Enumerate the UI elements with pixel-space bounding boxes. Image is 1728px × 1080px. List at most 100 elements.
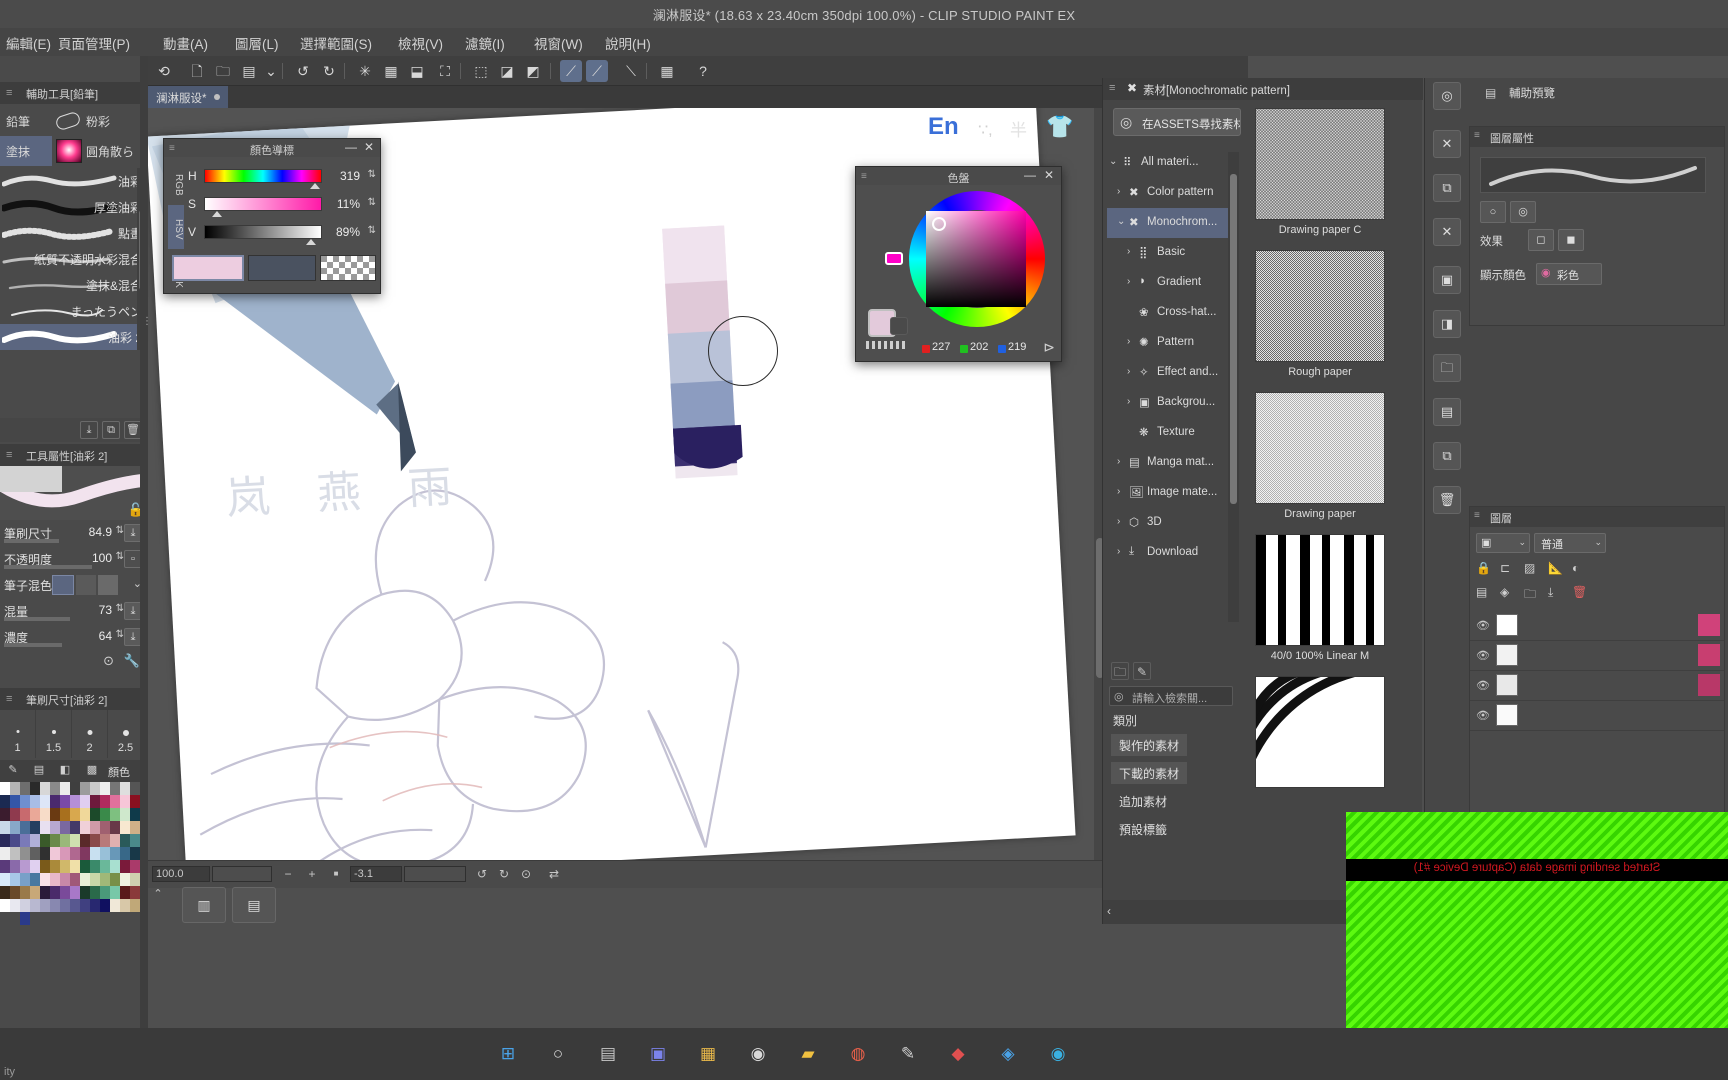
save-icon[interactable]: ▤: [238, 60, 260, 82]
tree-item-image-material[interactable]: › 🖼 Image mate...: [1107, 478, 1239, 508]
new-file-icon[interactable]: 🗋: [186, 60, 208, 82]
rotate-right-icon[interactable]: ↻: [496, 866, 512, 882]
effect-option-1-icon[interactable]: ◻: [1528, 229, 1554, 251]
transparent-color-swatch[interactable]: [320, 255, 376, 281]
material-item[interactable]: 40/0 100% Linear M: [1255, 534, 1385, 662]
material-tree[interactable]: ⌄ ⠿ All materi... › ✖ Color pattern ⌄ ✖ …: [1107, 148, 1239, 626]
csp-logo-icon[interactable]: ⟲: [153, 60, 175, 82]
material-item[interactable]: Drawing paper: [1255, 392, 1385, 520]
menu-item-select[interactable]: 選擇範圍(S): [300, 33, 372, 53]
blend-mode-option-2[interactable]: [76, 575, 96, 595]
swatch-grid-svg[interactable]: [0, 782, 148, 962]
material-item[interactable]: Drawing paper C: [1255, 108, 1385, 236]
menu-item-animation[interactable]: 動畫(A): [163, 33, 208, 53]
panel-grip-icon[interactable]: ≡: [169, 143, 175, 154]
material-item[interactable]: Rough paper: [1255, 250, 1385, 378]
chevron-down-icon[interactable]: ⌄: [1594, 537, 1602, 548]
property-row-brush-size[interactable]: 筆刷尺寸 84.9 ⇅ ⤓: [0, 520, 148, 546]
tree-item-color-pattern[interactable]: › ✖ Color pattern: [1107, 178, 1239, 208]
blend-mode-value[interactable]: 普通 ⌄: [1534, 533, 1606, 553]
taskview-icon[interactable]: ▤: [592, 1038, 624, 1070]
tab-pattern-icon[interactable]: ▤: [30, 763, 48, 779]
explorer-icon[interactable]: ▰: [792, 1038, 824, 1070]
tree-item-effect[interactable]: › ✧ Effect and...: [1107, 358, 1239, 388]
menu-item-edit[interactable]: 編輯(E): [6, 33, 51, 53]
layer-ruler-icon[interactable]: 📐: [1548, 561, 1563, 575]
story-button[interactable]: ▤: [232, 887, 276, 923]
chevron-down-icon[interactable]: ⌄: [1117, 216, 1125, 227]
layer-effect-none-icon[interactable]: ○: [1480, 201, 1506, 223]
channel-value[interactable]: V 89% ⇅: [188, 223, 378, 245]
foreground-color-swatch[interactable]: [172, 255, 244, 281]
stepper-icon[interactable]: ⇅: [368, 169, 376, 180]
menu-item-filter[interactable]: 濾鏡(I): [465, 33, 505, 53]
folder-icon[interactable]: 🗀: [1433, 354, 1461, 382]
scale-icon[interactable]: ⬓: [406, 60, 428, 82]
brush-item[interactable]: まったうペン: [0, 298, 148, 324]
stepper-icon[interactable]: ⇅: [368, 197, 376, 208]
grid-icon[interactable]: ▦: [656, 60, 678, 82]
hue-slider-thumb[interactable]: [310, 183, 320, 189]
layer-effect-border-icon[interactable]: ◎: [1510, 201, 1536, 223]
category-created[interactable]: 製作的素材: [1111, 734, 1188, 756]
edge-icon[interactable]: ◉: [1042, 1038, 1074, 1070]
menu-item-page[interactable]: 頁面管理(P): [58, 33, 130, 53]
status-expand-icon[interactable]: ⌃: [150, 887, 166, 907]
zoom-in-icon[interactable]: +: [304, 866, 320, 882]
close-panel-icon[interactable]: ✕: [1433, 130, 1461, 158]
menu-item-window[interactable]: 視窗(W): [534, 33, 583, 53]
stepper-icon[interactable]: ⇅: [368, 225, 376, 236]
size-preset-cell[interactable]: 1: [0, 710, 36, 758]
zoom-slider[interactable]: [212, 866, 272, 882]
panel-grip-icon[interactable]: ≡: [6, 693, 18, 705]
size-preset-cell[interactable]: 1.5: [36, 710, 72, 758]
ruler-snap-icon[interactable]: ⟋: [560, 60, 582, 82]
chevron-right-icon[interactable]: ›: [1127, 246, 1130, 257]
layer-alpha-lock-icon[interactable]: ▨: [1524, 561, 1535, 575]
value-slider-thumb[interactable]: [306, 239, 316, 245]
new-raster-layer-icon[interactable]: ▤: [1476, 585, 1487, 599]
stepper-icon[interactable]: ⇅: [116, 603, 124, 614]
color-guide-dialog[interactable]: ≡ 顏色導標 — ✕ RGB HSV CMYK H 319 ⇅ S 11% ⇅ …: [163, 138, 381, 294]
channel-saturation[interactable]: S 11% ⇅: [188, 195, 378, 217]
brush-item-selected[interactable]: 油彩 2: [0, 324, 148, 350]
duplicate-icon[interactable]: ⧉: [102, 421, 120, 439]
zoom-value[interactable]: 100.0: [152, 866, 210, 882]
rotate-left-icon[interactable]: ↺: [474, 866, 490, 882]
rotate-reset-icon[interactable]: ⊙: [518, 866, 534, 882]
new-vector-layer-icon[interactable]: ◈: [1500, 585, 1509, 599]
deselect-icon[interactable]: ◪: [496, 60, 518, 82]
chevron-right-icon[interactable]: ›: [1117, 186, 1120, 197]
merge-down-icon[interactable]: ⤓: [1548, 585, 1553, 600]
menu-item-layer[interactable]: 圖層(L): [235, 33, 279, 53]
brush-list[interactable]: 油彩 厚塗油彩 點畫 紙質不透明水彩混合 塗抹&混合 まったうペン 油彩 2: [0, 168, 148, 418]
brush-item[interactable]: 點畫: [0, 220, 148, 246]
chevron-down-icon[interactable]: ⌄: [1518, 537, 1526, 548]
navigator-icon[interactable]: ◎: [1433, 82, 1461, 110]
app-icon[interactable]: ◆: [942, 1038, 974, 1070]
color-wheel-titlebar[interactable]: ≡ 色盤 — ✕: [856, 167, 1061, 185]
panel-collapse-handle[interactable]: ⋮: [142, 316, 148, 356]
merge-icon[interactable]: ▣: [1433, 266, 1461, 294]
chrome-icon[interactable]: ◍: [842, 1038, 874, 1070]
chevron-right-icon[interactable]: ›: [1117, 516, 1120, 527]
chevron-right-icon[interactable]: ›: [1127, 396, 1130, 407]
subtool-pencil[interactable]: 鉛筆: [0, 106, 52, 136]
start-icon[interactable]: ⊞: [492, 1038, 524, 1070]
saturation-slider-thumb[interactable]: [212, 211, 222, 217]
ruler-snap2-icon[interactable]: ⟋: [586, 60, 608, 82]
zoom-fit-icon[interactable]: ■: [328, 866, 344, 882]
help-icon[interactable]: ?: [692, 60, 714, 82]
property-row-blend[interactable]: 筆子混色 ⌄: [0, 572, 148, 598]
edit-material-icon[interactable]: ✎: [1133, 662, 1151, 680]
layer-visibility-icon[interactable]: 👁: [1476, 679, 1490, 693]
material-tree-scroll-thumb[interactable]: [1230, 174, 1237, 504]
panel-grip-icon[interactable]: ≡: [1474, 510, 1480, 521]
material-grid[interactable]: Drawing paper C Rough paper Drawing pape…: [1243, 100, 1411, 810]
tab-color-label[interactable]: 顏色: [108, 764, 130, 780]
transform-icon[interactable]: ⛶: [434, 60, 456, 82]
tab-hsv[interactable]: HSV: [168, 205, 184, 249]
tree-item-basic[interactable]: › ⣿ Basic: [1107, 238, 1239, 268]
sv-cursor[interactable]: [932, 217, 946, 231]
channel-hue[interactable]: H 319 ⇅: [188, 167, 378, 189]
